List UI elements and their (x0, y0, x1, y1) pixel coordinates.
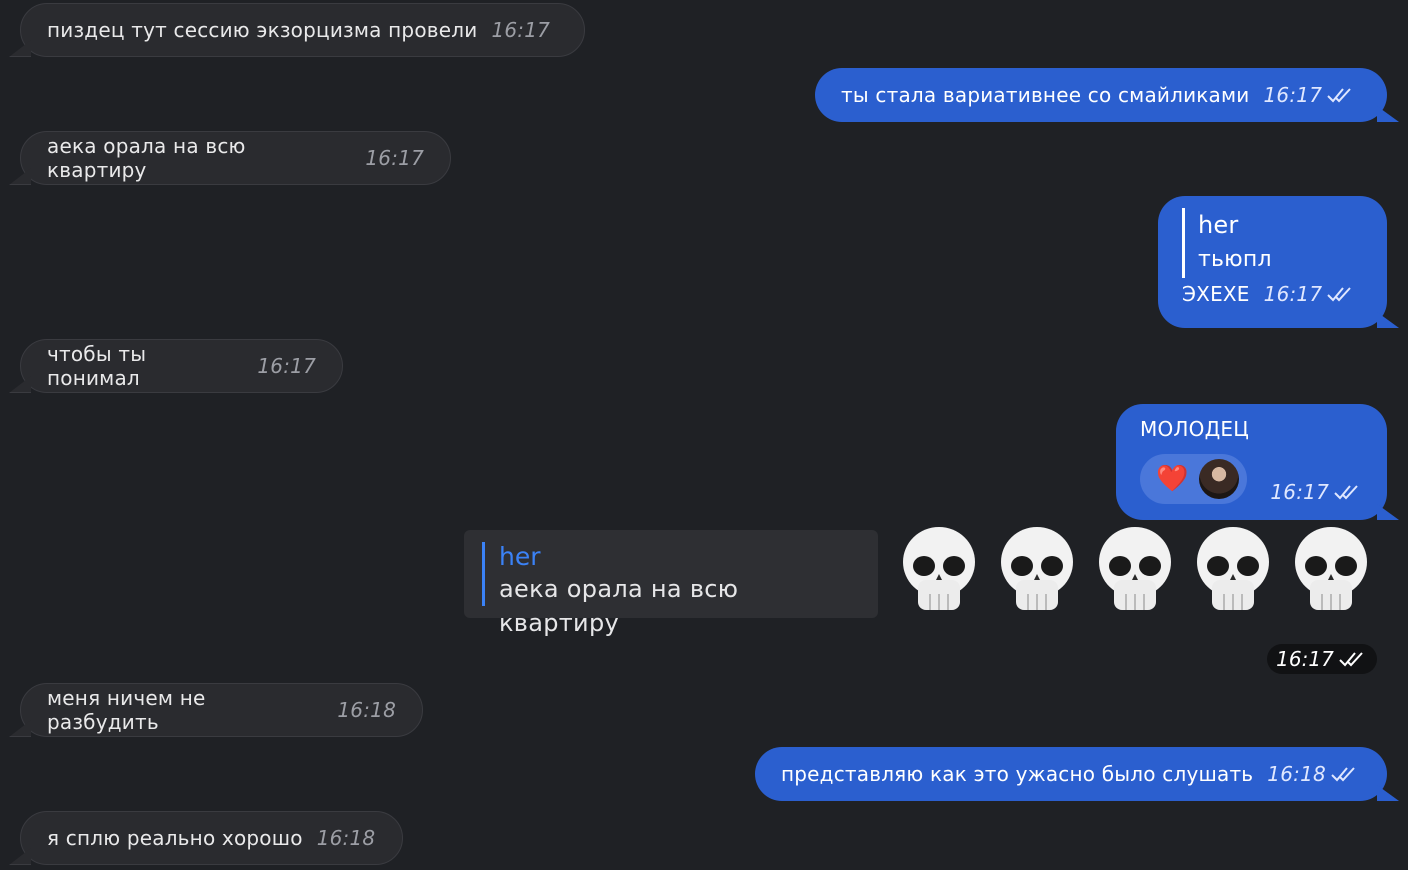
message-time: 16:17 (1267, 644, 1377, 674)
message-time: 16:17 (365, 146, 424, 170)
quote-author: her (499, 542, 541, 571)
message-time: 16:18 (1267, 762, 1360, 786)
incoming-message[interactable]: чтобы ты понимал 16:17 (20, 339, 343, 393)
message-text: меня ничем не разбудить (47, 686, 206, 734)
message-text: я сплю реально хорошо (47, 826, 303, 850)
double-check-icon (1327, 287, 1352, 302)
message-time: 16:18 (316, 826, 376, 850)
reply-preview[interactable]: her тьюпл (1182, 208, 1363, 278)
outgoing-reply-message[interactable]: her тьюпл ЭХЕХЕ 16:17 (1158, 196, 1387, 328)
incoming-message[interactable]: аека орала на всю квартиру 16:17 (20, 131, 451, 185)
outgoing-message[interactable]: представляю как это ужасно было слушать … (755, 747, 1387, 801)
quote-text: аека орала на всю квартиру (499, 575, 739, 637)
outgoing-message-with-reaction[interactable]: МОЛОДЕЦ ❤️ 16:17 (1116, 404, 1387, 520)
reply-text: тьюпл (1198, 247, 1272, 272)
message-time: 16:17 (1270, 480, 1363, 504)
quoted-message[interactable]: her аека орала на всю квартиру (464, 530, 878, 637)
message-time: 16:17 (1264, 282, 1357, 306)
message-text: представляю как это ужасно было слушать (781, 762, 1254, 786)
skull-icon (994, 520, 1080, 618)
message-time: 16:17 (257, 354, 316, 378)
message-text: чтобы ты понимал (47, 342, 147, 390)
chat-area: пиздец тут сессию экзорцизма провели 16:… (0, 0, 1408, 870)
double-check-icon (1327, 88, 1351, 103)
message-text: ты стала вариативнее со смайликами (841, 83, 1250, 107)
double-check-icon (1331, 767, 1355, 782)
message-text: ЭХЕХЕ (1182, 282, 1250, 306)
outgoing-message[interactable]: ты стала вариативнее со смайликами 16:17 (815, 68, 1387, 122)
heart-icon: ❤️ (1156, 464, 1189, 494)
skull-icon (1190, 520, 1276, 618)
incoming-message[interactable]: меня ничем не разбудить 16:18 (20, 683, 423, 737)
message-time: 16:17 (1264, 83, 1357, 107)
incoming-message[interactable]: пиздец тут сессию экзорцизма провели 16:… (20, 3, 585, 57)
incoming-message[interactable]: я сплю реально хорошо 16:18 (20, 811, 403, 865)
skull-icon (896, 520, 982, 618)
message-text: пиздец тут сессию экзорцизма провели (47, 18, 478, 42)
double-check-icon (1334, 485, 1358, 500)
skull-icon (1092, 520, 1178, 618)
skull-icon (1288, 520, 1374, 618)
emoji-message[interactable] (896, 520, 1374, 618)
message-text: аека орала на всю квартиру (47, 134, 246, 182)
message-time: 16:18 (337, 698, 396, 722)
reaction-chip[interactable]: ❤️ (1140, 454, 1247, 504)
double-check-icon (1339, 652, 1363, 667)
message-text: МОЛОДЕЦ (1140, 417, 1249, 441)
message-time: 16:17 (491, 18, 551, 42)
avatar (1198, 459, 1239, 499)
reply-author: her (1198, 211, 1239, 239)
